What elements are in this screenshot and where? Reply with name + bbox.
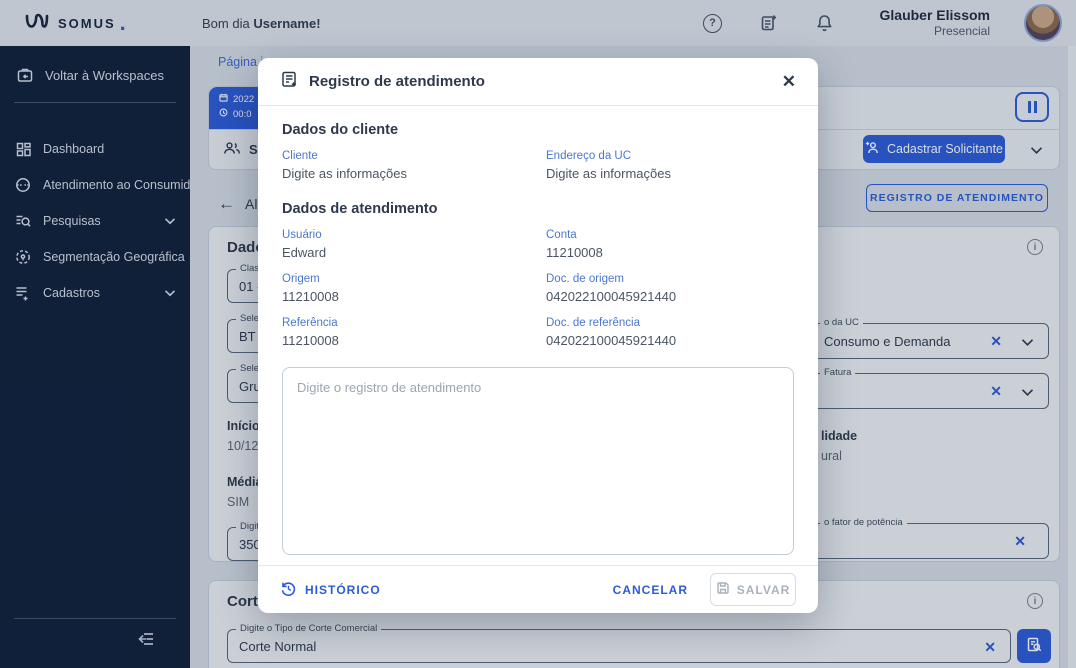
field-label: Endereço da UC [546, 150, 632, 162]
field-value: 11210008 [546, 245, 603, 260]
section-heading-cliente: Dados do cliente [282, 122, 399, 138]
field-label: Doc. de origem [546, 273, 624, 285]
salvar-button[interactable]: SALVAR [710, 573, 796, 606]
field-origem: Origem 11210008 [282, 273, 546, 304]
historico-label: HISTÓRICO [305, 582, 381, 597]
field-label: Cliente [282, 150, 318, 162]
attendance-fields: Usuário Edward Conta 11210008 Origem 112… [282, 229, 794, 361]
field-value: 11210008 [282, 333, 339, 348]
field-value: 11210008 [282, 289, 339, 304]
field-referencia: Referência 11210008 [282, 317, 546, 348]
save-icon [716, 581, 730, 598]
historico-button[interactable]: HISTÓRICO [280, 580, 381, 600]
modal-header: Registro de atendimento ✕ [258, 58, 818, 106]
field-label: Conta [546, 229, 577, 241]
section-heading-atendimento: Dados de atendimento [282, 201, 438, 217]
field-endereco-uc: Endereço da UC Digite as informações [546, 150, 794, 181]
modal-body: Dados do cliente Cliente Digite as infor… [258, 106, 818, 565]
field-value: 042022100045921440 [546, 289, 677, 304]
field-conta: Conta 11210008 [546, 229, 794, 260]
field-value: 042022100045921440 [546, 333, 677, 348]
app-screen: somus . Bom dia Username! ? Glauber Elis… [0, 0, 1076, 668]
field-value: Digite as informações [546, 166, 671, 181]
field-doc-origem: Doc. de origem 042022100045921440 [546, 273, 794, 304]
registro-atendimento-modal: Registro de atendimento ✕ Dados do clien… [258, 58, 818, 613]
field-label: Referência [282, 317, 338, 329]
field-value: Edward [282, 245, 327, 260]
modal-footer: HISTÓRICO CANCELAR SALVAR [258, 565, 818, 613]
salvar-label: SALVAR [736, 582, 791, 597]
doc-add-icon [280, 70, 299, 94]
field-label: Doc. de referência [546, 317, 640, 329]
client-fields: Cliente Digite as informações Endereço d… [282, 150, 794, 194]
registro-textarea[interactable] [282, 367, 794, 555]
history-icon [280, 580, 297, 600]
field-cliente: Cliente Digite as informações [282, 150, 546, 181]
field-value: Digite as informações [282, 166, 407, 181]
close-icon[interactable]: ✕ [782, 73, 796, 90]
cancelar-button[interactable]: CANCELAR [613, 583, 688, 597]
field-doc-referencia: Doc. de referência 042022100045921440 [546, 317, 794, 348]
field-label: Usuário [282, 229, 322, 241]
field-label: Origem [282, 273, 320, 285]
field-usuario: Usuário Edward [282, 229, 546, 260]
modal-title: Registro de atendimento [309, 73, 485, 90]
